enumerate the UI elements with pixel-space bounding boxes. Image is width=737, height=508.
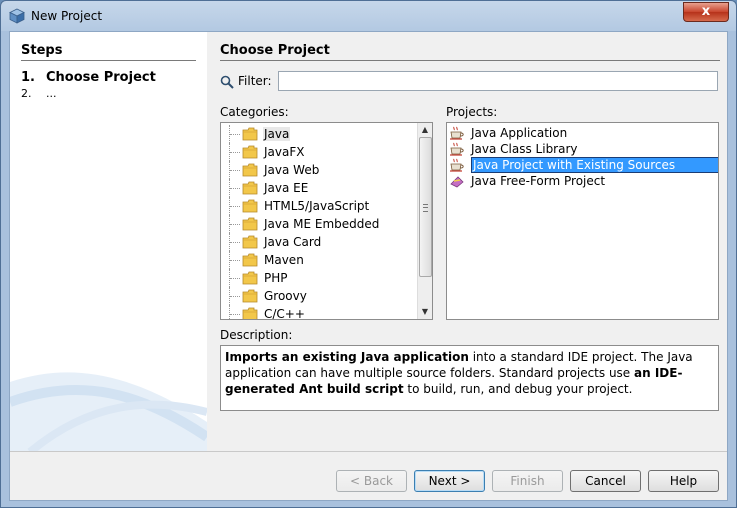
tree-line (229, 125, 242, 143)
scroll-up-icon[interactable]: ▲ (418, 123, 432, 137)
tree-item[interactable]: C/C++ (221, 305, 417, 320)
tree-item-label: Maven (264, 253, 304, 267)
tree-item-label: Java Web (264, 163, 320, 177)
cancel-button[interactable]: Cancel (570, 470, 641, 492)
close-button[interactable]: x (683, 2, 729, 22)
tree-item-label: HTML5/JavaScript (264, 199, 370, 213)
tree-line (229, 215, 242, 233)
categories-tree[interactable]: ▲ ▼ Java JavaFX Java Web Java EE HTML5/JavaS… (220, 122, 433, 320)
list-item-label: Java Application (471, 126, 568, 140)
projects-list[interactable]: Java Application Java Class Library Java P… (446, 122, 719, 320)
folder-icon (242, 253, 258, 267)
categories-label: Categories: (220, 105, 289, 119)
scrollbar-thumb[interactable] (419, 137, 432, 277)
step-label: Choose Project (46, 70, 156, 85)
filter-label: Filter: (238, 74, 272, 88)
step-item-1: 1. Choose Project (21, 70, 156, 85)
coffee-cup-icon (450, 126, 464, 140)
folder-icon (242, 145, 258, 159)
tree-item[interactable]: Java EE (221, 179, 417, 197)
tree-line (229, 287, 242, 305)
tree-line (229, 161, 242, 179)
tree-item-label: Java EE (264, 181, 309, 195)
page-title: Choose Project (220, 43, 330, 58)
list-item-label: Java Project with Existing Sources (471, 157, 718, 173)
title-divider (220, 60, 720, 61)
tree-item[interactable]: Java (221, 125, 417, 143)
folder-icon (242, 127, 258, 141)
tree-item[interactable]: HTML5/JavaScript (221, 197, 417, 215)
steps-title: Steps (21, 43, 63, 58)
folder-icon (242, 163, 258, 177)
search-icon (220, 75, 234, 89)
folder-icon (242, 217, 258, 231)
list-item[interactable]: Java Class Library (447, 141, 718, 157)
tree-item[interactable]: PHP (221, 269, 417, 287)
step-item-2: 2.... (21, 87, 57, 100)
list-item[interactable]: Java Project with Existing Sources (447, 157, 718, 173)
tree-item[interactable]: Java ME Embedded (221, 215, 417, 233)
filter-input[interactable] (278, 71, 718, 91)
tree-line (229, 179, 242, 197)
folder-icon (242, 307, 258, 319)
description-label: Description: (220, 328, 293, 342)
coffee-cup-icon (450, 158, 464, 172)
tree-line (229, 143, 242, 161)
tree-item-label: C/C++ (264, 307, 305, 320)
projects-label: Projects: (446, 105, 498, 119)
tree-line (229, 269, 242, 287)
grip-icon (423, 204, 428, 212)
scroll-down-icon[interactable]: ▼ (418, 305, 432, 319)
folder-icon (242, 271, 258, 285)
categories-scrollbar[interactable]: ▲ ▼ (417, 123, 432, 319)
tree-item-label: Java (263, 127, 291, 141)
tree-item-label: JavaFX (264, 145, 305, 159)
dialog-body: Steps 1. Choose Project 2.... Choose Proj… (9, 31, 728, 501)
tree-line (229, 233, 242, 251)
tree-item[interactable]: Java Web (221, 161, 417, 179)
back-button[interactable]: < Back (336, 470, 407, 492)
description-bold-1: Imports an existing Java application (225, 350, 469, 364)
tree-line (229, 305, 242, 319)
folder-icon (242, 181, 258, 195)
list-item[interactable]: Java Free-Form Project (447, 173, 718, 189)
free-form-icon (450, 176, 464, 188)
help-button[interactable]: Help (648, 470, 719, 492)
description-box: Imports an existing Java application int… (220, 345, 719, 411)
tree-item-label: Java ME Embedded (264, 217, 380, 231)
step-label: ... (46, 87, 57, 100)
steps-panel: Steps 1. Choose Project 2.... (10, 32, 207, 452)
list-item[interactable]: Java Application (447, 125, 718, 141)
title-bar[interactable]: New Project x (1, 1, 736, 31)
tree-item[interactable]: Groovy (221, 287, 417, 305)
description-text-2: to build, run, and debug your project. (403, 382, 633, 396)
close-icon: x (701, 4, 711, 19)
tree-item-label: PHP (264, 271, 288, 285)
tree-line (229, 251, 242, 269)
tree-item[interactable]: Java Card (221, 233, 417, 251)
coffee-cup-icon (450, 142, 464, 156)
step-number: 1. (21, 70, 35, 85)
new-project-dialog: New Project x Steps 1. Choose Project 2..… (0, 0, 737, 508)
list-item-label: Java Class Library (471, 142, 578, 156)
folder-icon (242, 199, 258, 213)
tree-item-label: Java Card (264, 235, 322, 249)
folder-icon (242, 289, 258, 303)
cube-icon (9, 8, 25, 24)
finish-button[interactable]: Finish (492, 470, 563, 492)
list-item-label: Java Free-Form Project (471, 174, 606, 188)
steps-divider (21, 60, 196, 61)
decorative-swoosh (10, 372, 207, 452)
tree-item-label: Groovy (264, 289, 307, 303)
window-title: New Project (31, 9, 103, 23)
folder-icon (242, 235, 258, 249)
tree-item[interactable]: Maven (221, 251, 417, 269)
tree-line (229, 197, 242, 215)
next-button[interactable]: Next > (414, 470, 485, 492)
button-bar-divider (10, 451, 727, 452)
tree-item[interactable]: JavaFX (221, 143, 417, 161)
step-number: 2. (21, 87, 32, 100)
